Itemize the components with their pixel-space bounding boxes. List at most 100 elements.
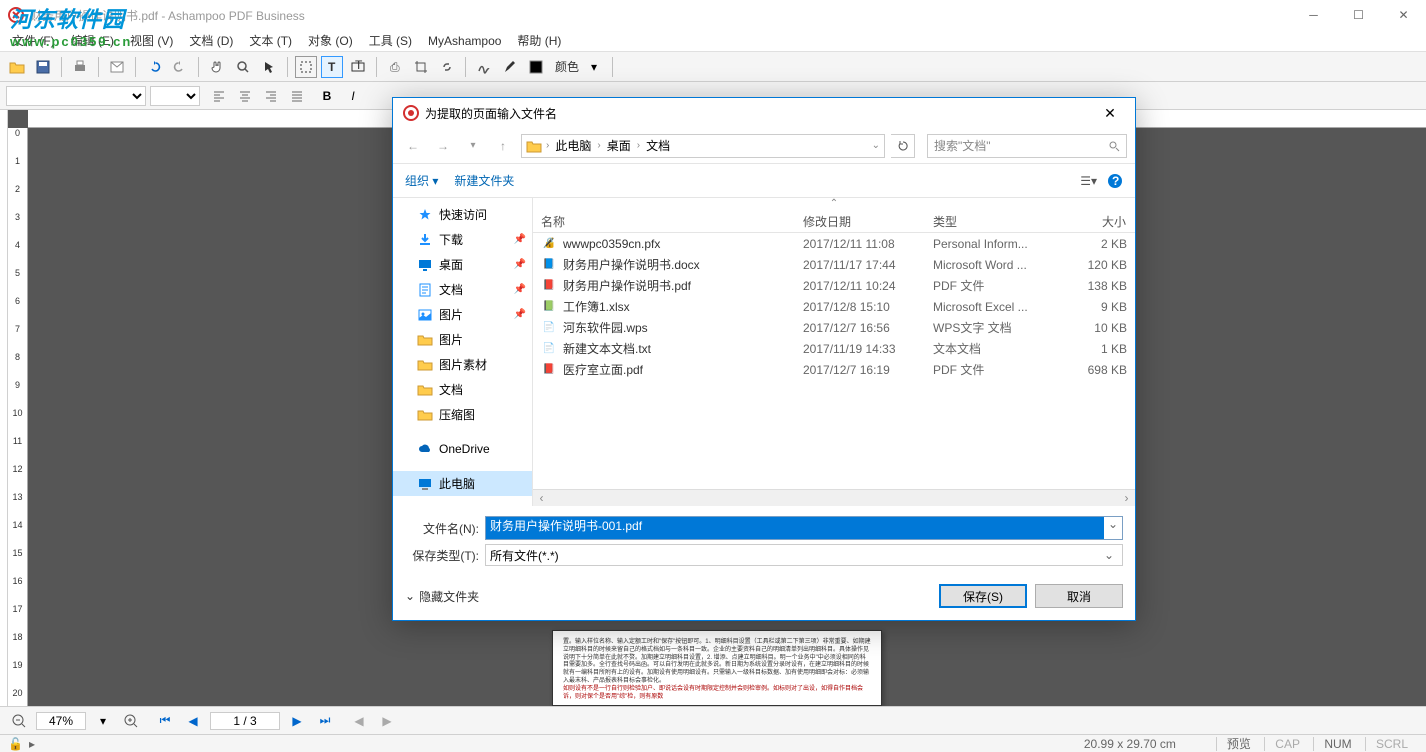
tree-item[interactable]: 桌面📌 [393, 252, 532, 277]
file-row[interactable]: 📗工作簿1.xlsx2017/12/8 15:10Microsoft Excel… [533, 296, 1135, 317]
hand-icon[interactable] [206, 56, 228, 78]
file-row[interactable]: 📄河东软件园.wps2017/12/7 16:56WPS文字 文档10 KB [533, 317, 1135, 338]
maximize-button[interactable]: ☐ [1336, 0, 1381, 30]
align-right-icon[interactable] [260, 85, 282, 107]
nav-forward-button[interactable]: → [431, 134, 455, 158]
align-left-icon[interactable] [208, 85, 230, 107]
tree-item[interactable]: 下载📌 [393, 227, 532, 252]
refresh-button[interactable] [891, 134, 915, 158]
column-type[interactable]: 类型 [925, 209, 1055, 232]
file-row[interactable]: 📕财务用户操作说明书.pdf2017/12/11 10:24PDF 文件138 … [533, 275, 1135, 296]
file-row[interactable]: 🔏wwwpc0359cn.pfx2017/12/11 11:08Personal… [533, 233, 1135, 254]
search-field[interactable]: 搜索"文档" [927, 134, 1127, 158]
tree-item[interactable]: 此电脑 [393, 471, 532, 496]
crop-icon[interactable] [410, 56, 432, 78]
select-icon[interactable] [295, 56, 317, 78]
column-size[interactable]: 大小 [1055, 209, 1135, 232]
menu-file[interactable]: 文件 (F) [4, 29, 63, 52]
zoom-icon[interactable] [232, 56, 254, 78]
organize-button[interactable]: 组织 ▾ [405, 172, 438, 189]
align-justify-icon[interactable] [286, 85, 308, 107]
color-dropdown-icon[interactable]: ▾ [583, 56, 605, 78]
zoom-input[interactable] [36, 712, 86, 730]
save-icon[interactable] [32, 56, 54, 78]
menu-view[interactable]: 视图 (V) [122, 29, 181, 52]
file-row[interactable]: 📄新建文本文档.txt2017/11/19 14:33文本文档1 KB [533, 338, 1135, 359]
print-icon[interactable] [69, 56, 91, 78]
prev-page-icon[interactable]: ◀ [182, 710, 204, 732]
open-folder-icon[interactable] [6, 56, 28, 78]
nav-back-icon[interactable]: ◀ [348, 710, 370, 732]
first-page-icon[interactable]: ⏮ [154, 710, 176, 732]
nav-up-button[interactable]: ↑ [491, 134, 515, 158]
crumb-desktop[interactable]: 桌面 [605, 137, 633, 154]
align-center-icon[interactable] [234, 85, 256, 107]
folder-tree[interactable]: 快速访问下载📌桌面📌文档📌图片📌图片图片素材文档压缩图OneDrive此电脑网络 [393, 198, 533, 506]
new-folder-button[interactable]: 新建文件夹 [454, 172, 514, 189]
scroll-left-icon[interactable]: ‹ [533, 490, 550, 506]
file-row[interactable]: 📘财务用户操作说明书.docx2017/11/17 17:44Microsoft… [533, 254, 1135, 275]
tree-item[interactable]: 文档 [393, 377, 532, 402]
dialog-close-button[interactable]: ✕ [1095, 105, 1125, 122]
bold-icon[interactable]: B [316, 85, 338, 107]
nav-back-button[interactable]: ← [401, 134, 425, 158]
column-name[interactable]: 名称 [533, 209, 795, 232]
save-button[interactable]: 保存(S) [939, 584, 1027, 608]
file-row[interactable]: 📕医疗室立面.pdf2017/12/7 16:19PDF 文件698 KB [533, 359, 1135, 380]
snapshot-icon[interactable]: ⎙ [384, 56, 406, 78]
view-mode-button[interactable]: ☰▾ [1080, 174, 1097, 188]
cancel-button[interactable]: 取消 [1035, 584, 1123, 608]
menu-myashampoo[interactable]: MyAshampoo [420, 31, 509, 51]
close-button[interactable]: ✕ [1381, 0, 1426, 30]
tree-item[interactable]: 图片 [393, 327, 532, 352]
zoom-in-icon[interactable] [120, 710, 142, 732]
page-input[interactable] [210, 712, 280, 730]
send-icon[interactable] [106, 56, 128, 78]
menu-tool[interactable]: 工具 (S) [361, 29, 420, 52]
filename-input[interactable]: 财务用户操作说明书-001.pdf [486, 517, 1104, 539]
pen-icon[interactable] [499, 56, 521, 78]
crumb-pc[interactable]: 此电脑 [553, 137, 593, 154]
link-icon[interactable] [436, 56, 458, 78]
redo-icon[interactable] [169, 56, 191, 78]
menu-text[interactable]: 文本 (T) [241, 29, 300, 52]
filetype-select[interactable]: 所有文件(*.*) ⌄ [485, 544, 1123, 566]
column-date[interactable]: 修改日期 [795, 209, 925, 232]
crumb-docs[interactable]: 文档 [644, 137, 672, 154]
expand-icon[interactable]: ▸ [29, 737, 35, 751]
arrow-icon[interactable] [258, 56, 280, 78]
horizontal-scrollbar[interactable]: ‹ › [533, 489, 1135, 506]
font-size-select[interactable] [150, 86, 200, 106]
filename-dropdown-icon[interactable]: ⌄ [1104, 517, 1122, 539]
menu-help[interactable]: 帮助 (H) [509, 29, 569, 52]
color-swatch-icon[interactable] [525, 56, 547, 78]
help-icon[interactable]: ? [1107, 173, 1123, 189]
next-page-icon[interactable]: ▶ [286, 710, 308, 732]
nav-history-button[interactable]: ▾ [461, 134, 485, 158]
hide-folders-toggle[interactable]: ⌄ 隐藏文件夹 [405, 588, 479, 605]
scroll-right-icon[interactable]: › [1118, 490, 1135, 506]
menu-edit[interactable]: 编辑 (E) [63, 29, 122, 52]
tree-item[interactable]: OneDrive [393, 437, 532, 461]
breadcrumb-dropdown-icon[interactable]: ⌄ [872, 140, 880, 151]
menu-document[interactable]: 文档 (D) [181, 29, 241, 52]
nav-fwd-icon[interactable]: ▶ [376, 710, 398, 732]
tree-item[interactable]: 图片素材 [393, 352, 532, 377]
file-list[interactable]: 🔏wwwpc0359cn.pfx2017/12/11 11:08Personal… [533, 233, 1135, 489]
zoom-dropdown-icon[interactable]: ▾ [92, 710, 114, 732]
signature-icon[interactable] [473, 56, 495, 78]
tree-item[interactable]: 压缩图 [393, 402, 532, 427]
font-family-select[interactable] [6, 86, 146, 106]
zoom-out-icon[interactable] [8, 710, 30, 732]
tree-item[interactable]: 文档📌 [393, 277, 532, 302]
text-tool-icon[interactable]: T [321, 56, 343, 78]
textbox-icon[interactable]: T [347, 56, 369, 78]
minimize-button[interactable]: ─ [1291, 0, 1336, 30]
tree-item[interactable]: 快速访问 [393, 202, 532, 227]
undo-icon[interactable] [143, 56, 165, 78]
breadcrumb[interactable]: › 此电脑 › 桌面 › 文档 ⌄ [521, 134, 885, 158]
last-page-icon[interactable]: ⏭ [314, 710, 336, 732]
italic-icon[interactable]: I [342, 85, 364, 107]
menu-object[interactable]: 对象 (O) [300, 29, 361, 52]
tree-item[interactable]: 图片📌 [393, 302, 532, 327]
